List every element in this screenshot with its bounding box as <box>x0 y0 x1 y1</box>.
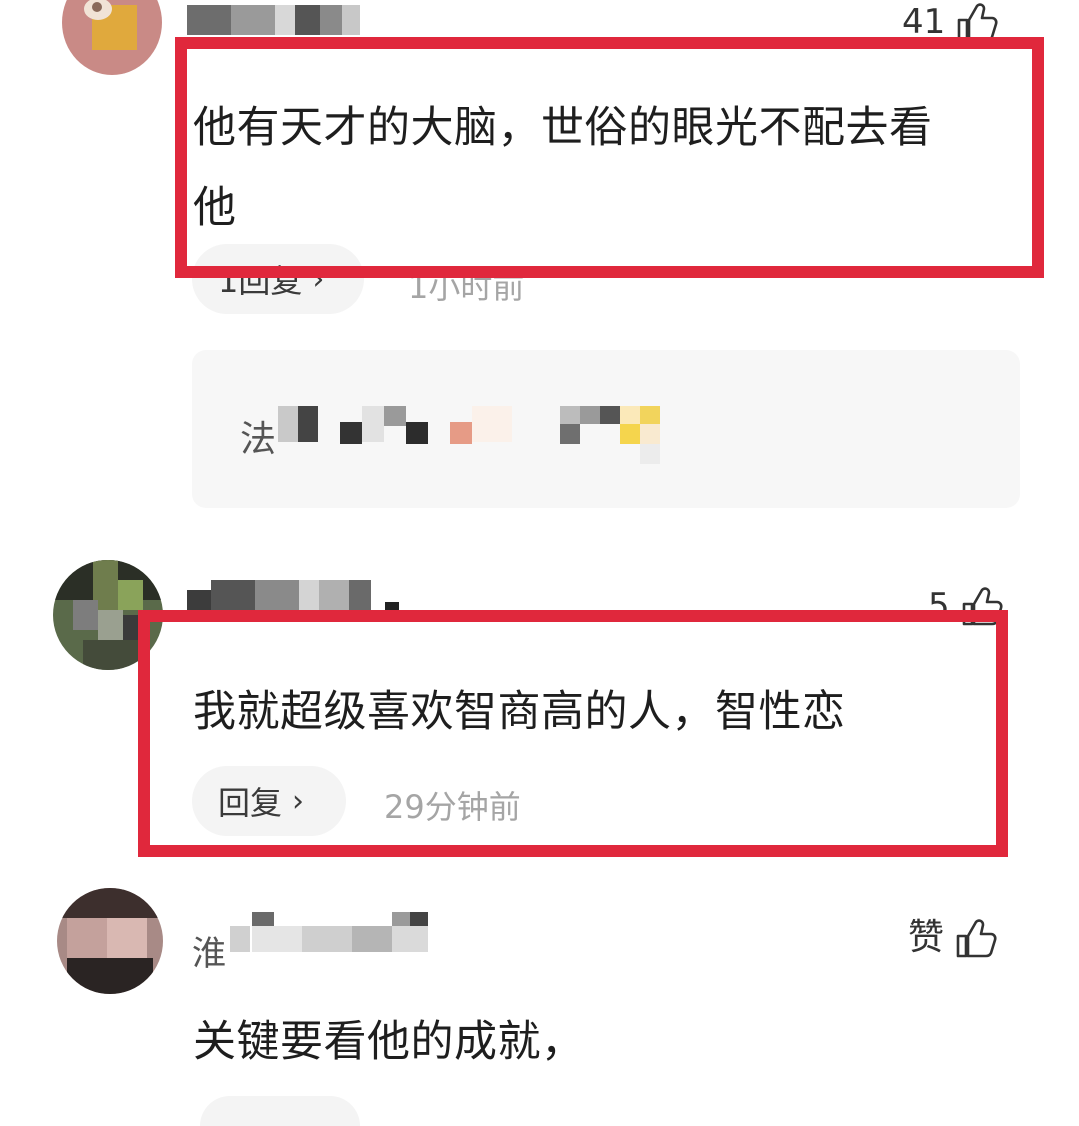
avatar[interactable] <box>53 560 163 670</box>
comment-text: 关键要看他的成就， <box>193 1017 585 1067</box>
username-pixelated[interactable] <box>187 580 407 616</box>
avatar[interactable] <box>57 888 163 994</box>
reply-count-label: 1回复 <box>218 262 303 300</box>
chevron-right-icon: › <box>292 783 305 819</box>
comment-text: 他有天才的大脑，世俗的眼光不配去看 他 <box>193 103 933 233</box>
comment-text: 我就超级喜欢智商高的人，智性恋 <box>193 687 846 737</box>
sub-reply-preview[interactable]: 法 <box>192 350 1020 508</box>
sub-reply-text-pixelated <box>274 402 704 472</box>
like-button[interactable]: 5 <box>928 584 1004 628</box>
username-pixelated[interactable] <box>230 912 450 956</box>
thumb-up-icon <box>960 584 1004 628</box>
like-count: 5 <box>928 586 950 626</box>
reply-button[interactable]: 回复 › <box>192 766 346 836</box>
avatar[interactable] <box>62 0 162 75</box>
timestamp: 29分钟前 <box>384 788 521 826</box>
reply-label: 回复 <box>218 784 283 822</box>
sub-reply-author: 法 <box>240 419 277 460</box>
like-label: 赞 <box>908 917 945 958</box>
thumb-up-icon <box>954 916 998 960</box>
like-count: 41 <box>902 2 946 42</box>
username-pixelated[interactable] <box>187 5 362 41</box>
timestamp: 1小时前 <box>408 268 525 306</box>
like-button[interactable]: 赞 <box>908 916 998 960</box>
reply-button[interactable]: 1回复 › <box>192 244 364 314</box>
like-button[interactable]: 41 <box>902 0 999 44</box>
username-visible-fragment: 淮 <box>192 934 226 974</box>
reply-button-partial[interactable] <box>200 1096 360 1126</box>
thumb-up-icon <box>955 0 999 44</box>
chevron-right-icon: › <box>312 261 325 297</box>
